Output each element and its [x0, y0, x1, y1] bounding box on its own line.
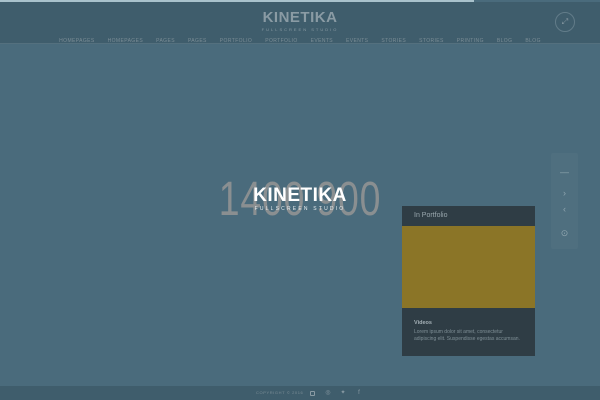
nav-item-stories[interactable]: STORIES — [381, 37, 406, 45]
bottom-bar: COPYRIGHT © 2016 ◎ ✦ f — [0, 386, 600, 400]
popup-header: In Portfolio — [414, 212, 448, 219]
hero-logo-text: KINETIKA — [253, 185, 347, 206]
nav-item-pages[interactable]: PAGES — [156, 37, 175, 45]
hero-logo-tagline: FULLSCREEN STUDIO — [254, 206, 346, 212]
nav-item-events[interactable]: EVENTS — [311, 37, 333, 45]
popup-title[interactable]: Videos — [402, 320, 535, 327]
chevron-right-icon[interactable]: › — [551, 188, 578, 198]
fullscreen-button[interactable]: ⤢ — [555, 12, 575, 32]
instagram-icon[interactable]: ◎ — [324, 389, 332, 397]
expand-icon: ⤢ — [561, 17, 569, 26]
nav-item-blog-2[interactable]: BLOG — [525, 37, 541, 45]
video-icon[interactable] — [308, 389, 316, 397]
popup-media-image[interactable] — [402, 226, 535, 308]
chevron-left-icon[interactable]: ‹ — [551, 204, 578, 214]
copyright-text: COPYRIGHT © 2016 — [256, 390, 304, 395]
dash-icon[interactable]: — — [551, 167, 578, 177]
twitter-icon[interactable]: ✦ — [339, 389, 347, 397]
header-logo-tagline: FULLSCREEN STUDIO — [261, 27, 339, 32]
hero-logo: KINETIKA FULLSCREEN STUDIO — [200, 186, 400, 213]
header-logo[interactable]: KINETIKA FULLSCREEN STUDIO — [0, 10, 600, 33]
nav-item-pages-2[interactable]: PAGES — [188, 37, 207, 45]
nav-item-printing[interactable]: PRINTING — [457, 37, 484, 45]
header-logo-text: KINETIKA — [262, 9, 338, 26]
portfolio-popup[interactable]: In Portfolio Videos Lorem ipsum dolor si… — [402, 206, 535, 356]
nav-item-homepages-2[interactable]: HOMEPAGES — [108, 37, 143, 45]
facebook-icon[interactable]: f — [355, 389, 363, 397]
nav-item-homepages[interactable]: HOMEPAGES — [59, 37, 94, 45]
main-navigation: HOMEPAGES HOMEPAGES PAGES PAGES PORTFOLI… — [0, 37, 600, 45]
nav-item-blog[interactable]: BLOG — [497, 37, 513, 45]
pin-icon[interactable]: ⊙ — [551, 228, 578, 238]
nav-item-portfolio[interactable]: PORTFOLIO — [220, 37, 252, 45]
popup-description: Lorem ipsum dolor sit amet, consectetur … — [414, 329, 520, 342]
nav-item-events-2[interactable]: EVENTS — [346, 37, 368, 45]
nav-item-stories-2[interactable]: STORIES — [419, 37, 444, 45]
nav-item-portfolio-2[interactable]: PORTFOLIO — [265, 37, 297, 45]
side-navigation: — › ‹ ⊙ — [551, 153, 578, 249]
page: KINETIKA FULLSCREEN STUDIO ⤢ HOMEPAGES H… — [0, 0, 600, 400]
